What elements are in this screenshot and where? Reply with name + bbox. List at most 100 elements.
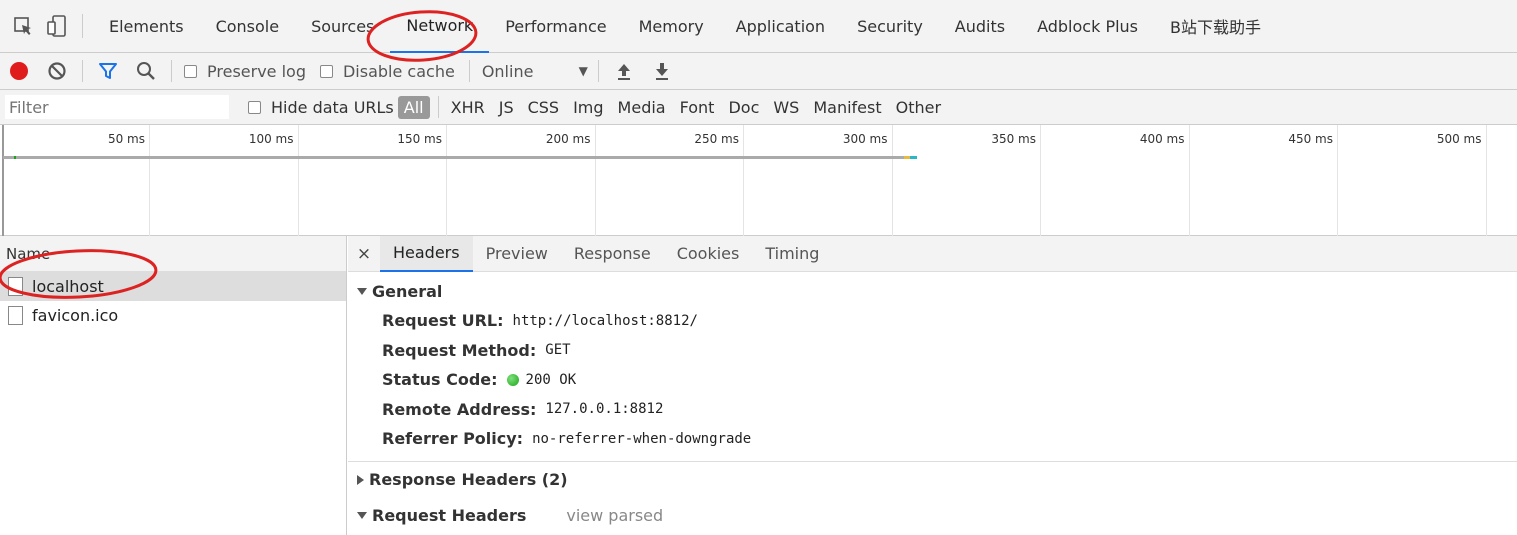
general-rows: Request URL: http://localhost:8812/Reques… (348, 306, 1517, 454)
detail-tab-preview[interactable]: Preview (473, 236, 561, 272)
type-filter-other[interactable]: Other (890, 96, 947, 119)
general-section-header[interactable]: General (348, 272, 1517, 310)
document-file-icon (8, 277, 23, 296)
tab-audits[interactable]: Audits (939, 0, 1021, 53)
disable-cache-label: Disable cache (342, 61, 455, 81)
throttling-select[interactable]: Online ▼ (482, 62, 592, 81)
type-filter-media[interactable]: Media (612, 96, 672, 119)
response-headers-title: Response Headers (2) (369, 470, 568, 489)
devtools-tab-bar: Elements Console Sources Network Performance… (0, 0, 1517, 53)
header-value: 200 OK (525, 371, 577, 388)
checkbox-box[interactable] (184, 64, 197, 78)
record-button[interactable] (0, 53, 38, 90)
preserve-log-label: Preserve log (207, 61, 306, 81)
tab-security[interactable]: Security (841, 0, 939, 53)
request-list: Name localhost favicon.ico (0, 236, 347, 535)
hide-data-urls-label: Hide data URLs (271, 97, 394, 117)
document-file-icon (8, 306, 23, 325)
inspect-element-icon[interactable] (6, 0, 40, 53)
header-key: Status Code: (382, 370, 498, 390)
type-filter-xhr[interactable]: XHR (445, 96, 491, 119)
general-title: General (372, 281, 443, 301)
status-ok-icon (506, 373, 519, 386)
triangle-expanded-icon (357, 512, 367, 519)
tab-console[interactable]: Console (200, 0, 296, 53)
search-icon[interactable] (127, 53, 165, 90)
request-download-segment (910, 156, 917, 159)
request-headers-title: Request Headers (372, 506, 527, 525)
tab-adblock-plus[interactable]: Adblock Plus (1021, 0, 1154, 53)
header-value: GET (545, 342, 571, 359)
type-filter-doc[interactable]: Doc (722, 96, 765, 119)
general-row: Request URL: http://localhost:8812/ (348, 306, 1517, 336)
view-parsed-link[interactable]: view parsed (566, 506, 663, 525)
detail-tab-headers[interactable]: Headers (380, 235, 473, 272)
preserve-log-checkbox[interactable]: Preserve log (184, 62, 306, 81)
header-value: http://localhost:8812/ (512, 312, 698, 329)
toolbar-divider (171, 60, 172, 82)
tab-application[interactable]: Application (720, 0, 841, 53)
clear-button[interactable] (38, 53, 76, 90)
overview-left-edge (2, 125, 4, 236)
type-filter-font[interactable]: Font (674, 96, 721, 119)
toolbar-divider (468, 60, 470, 82)
type-filter-manifest[interactable]: Manifest (807, 96, 887, 119)
triangle-collapsed-icon (357, 474, 364, 485)
tab-network[interactable]: Network (390, 0, 490, 53)
request-row[interactable]: localhost (0, 272, 346, 301)
tab-memory[interactable]: Memory (623, 0, 720, 53)
header-key: Request Method: (382, 340, 537, 360)
tab-performance[interactable]: Performance (489, 0, 622, 53)
hide-data-urls-checkbox[interactable]: Hide data URLs (248, 98, 394, 117)
type-filter-css[interactable]: CSS (522, 96, 565, 119)
device-toolbar-icon[interactable] (40, 0, 74, 53)
name-column-label: Name (6, 244, 51, 263)
type-filter-ws[interactable]: WS (767, 96, 805, 119)
request-detail-pane: × Headers Preview Response Cookies Timing Ge… (348, 235, 1517, 535)
request-waterfall-bar (3, 156, 906, 159)
header-key: Referrer Policy: (382, 429, 524, 449)
timeline-overview[interactable]: 50 ms 100 ms 150 ms 200 ms 250 ms 300 ms 350 m… (0, 125, 1517, 236)
general-row: Status Code: 200 OK (348, 365, 1517, 395)
chevron-down-icon: ▼ (578, 64, 588, 78)
request-start-marker (14, 156, 16, 159)
panel-tabs: Elements Console Sources Network Performance… (93, 0, 1277, 53)
tab-bilibili-downloader[interactable]: B站下载助手 (1154, 0, 1277, 53)
overview-bars (2, 125, 917, 236)
request-row[interactable]: favicon.ico (0, 301, 346, 330)
tab-elements[interactable]: Elements (93, 0, 200, 53)
general-row: Referrer Policy: no-referrer-when-downgra… (348, 424, 1517, 454)
toolbar-divider (597, 60, 599, 82)
network-toolbar: Preserve log Disable cache Online ▼ (0, 53, 1517, 90)
disable-cache-checkbox[interactable]: Disable cache (319, 61, 455, 81)
filter-bar: Hide data URLs All XHRJSCSSImgMediaFontDo… (0, 90, 1517, 125)
header-key: Remote Address: (382, 399, 537, 419)
filter-divider (437, 96, 439, 118)
import-har-icon[interactable] (605, 53, 643, 90)
type-filter-all[interactable]: All (397, 95, 430, 119)
filter-input[interactable] (5, 95, 229, 119)
detail-tab-timing[interactable]: Timing (752, 236, 832, 272)
request-name: favicon.ico (32, 306, 119, 325)
close-icon[interactable]: × (348, 244, 380, 264)
resource-type-filters: All XHR JS CSS Img Media Font Doc WS Manifest Othe… (397, 95, 949, 119)
triangle-expanded-icon (357, 287, 367, 295)
export-har-icon[interactable] (643, 53, 681, 90)
checkbox-box[interactable] (248, 100, 261, 114)
type-filter-js[interactable]: JS (493, 96, 520, 119)
general-row: Request Method: GET (348, 336, 1517, 366)
header-value: 127.0.0.1:8812 (545, 401, 664, 418)
detail-tab-cookies[interactable]: Cookies (664, 236, 753, 272)
response-headers-section-header[interactable]: Response Headers (2) (348, 462, 1517, 498)
type-filter-img[interactable]: Img (567, 96, 609, 119)
detail-tab-bar: × Headers Preview Response Cookies Timing (348, 235, 1517, 272)
header-value: no-referrer-when-downgrade (532, 430, 752, 447)
request-headers-section-header[interactable]: Request Headers view parsed (348, 498, 1517, 534)
tab-sources[interactable]: Sources (295, 0, 390, 53)
filter-toggle-button[interactable] (89, 53, 127, 90)
name-column-header[interactable]: Name (0, 236, 346, 272)
request-waiting-segment (904, 156, 910, 159)
checkbox-box[interactable] (319, 64, 333, 78)
detail-tab-response[interactable]: Response (561, 236, 664, 272)
tab-bar-divider (82, 14, 83, 38)
